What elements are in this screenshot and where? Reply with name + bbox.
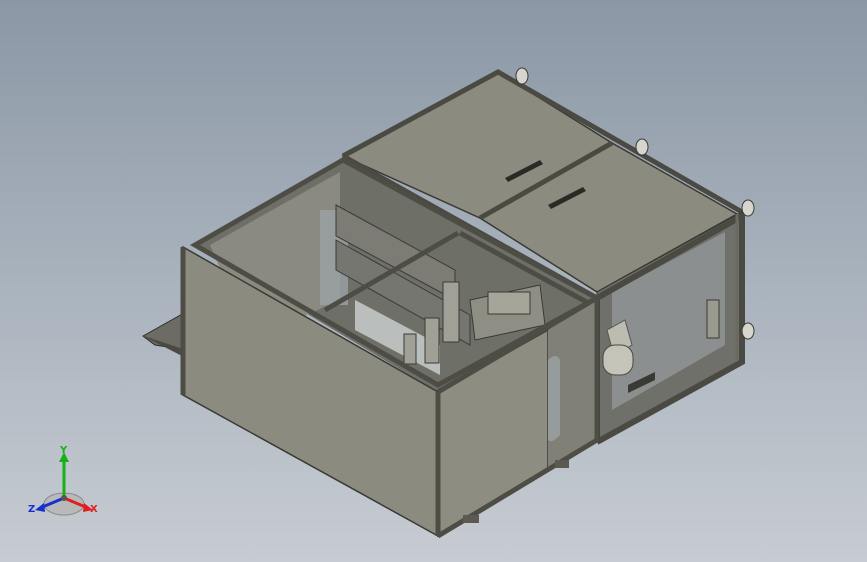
z-axis-label: Z [28, 504, 36, 515]
motor-cylinder [602, 344, 634, 376]
side-tray [142, 311, 187, 358]
view-triad: Y X Z [26, 445, 106, 524]
machine-enclosure-model[interactable] [0, 0, 867, 562]
x-axis-label: X [90, 504, 98, 515]
triad-origin [61, 495, 67, 501]
z-axis-arrow [35, 503, 45, 512]
y-axis-label: Y [60, 445, 68, 456]
graphics-viewport[interactable]: Y X Z [0, 0, 867, 562]
